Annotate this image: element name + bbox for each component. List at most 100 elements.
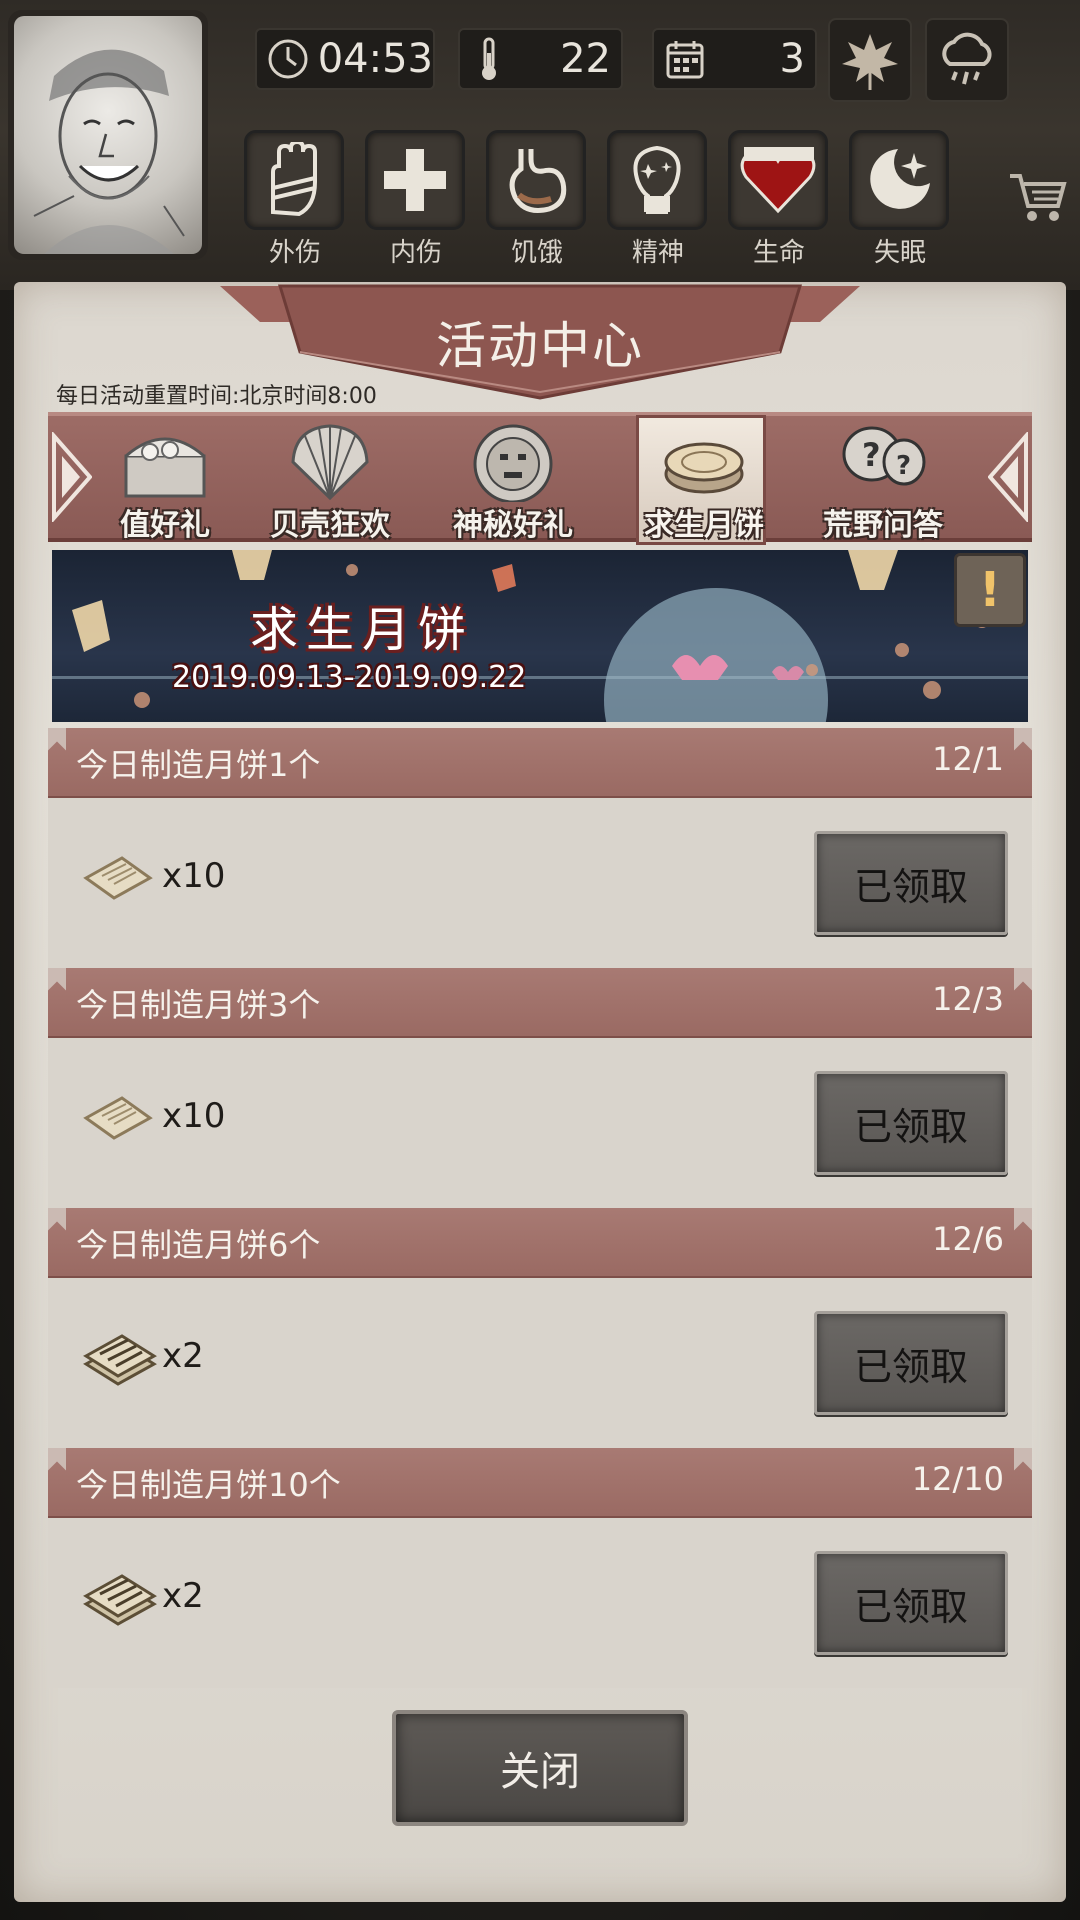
task-reward-row: x10 已领取 xyxy=(48,1038,1032,1208)
status-insomnia[interactable]: 失眠 xyxy=(849,130,951,269)
tab-label: 求生月饼 xyxy=(644,508,764,543)
chevron-right-icon xyxy=(987,430,1028,524)
status-health[interactable]: 生命 xyxy=(728,130,830,269)
event-dates: 2019.09.13-2019.09.22 xyxy=(172,660,527,695)
tab-survival-mooncake[interactable]: 求生月饼 xyxy=(636,415,766,545)
reward-quantity: x10 xyxy=(162,1096,226,1136)
paper-bundle-icon xyxy=(83,1574,157,1626)
status-label: 精神 xyxy=(631,238,684,268)
task-item: 今日制造月饼10个 12/10 x2 已领取 xyxy=(48,1448,1032,1688)
season-indicator[interactable] xyxy=(828,18,912,102)
task-label: 今日制造月饼10个 xyxy=(76,1466,341,1504)
event-info-button[interactable]: ! xyxy=(954,553,1026,627)
status-label: 外伤 xyxy=(268,238,321,268)
claimed-button[interactable]: 已领取 xyxy=(814,831,1008,935)
task-header: 今日制造月饼6个 12/6 xyxy=(48,1208,1032,1278)
hand-bandage-icon xyxy=(244,130,344,230)
temperature-value: 22 xyxy=(560,36,611,82)
task-item: 今日制造月饼6个 12/6 x2 已领取 xyxy=(48,1208,1032,1448)
question-bubbles-icon: ? ? xyxy=(842,426,926,486)
time-value: 04:53 xyxy=(317,36,433,82)
tab-scroll-right-button[interactable] xyxy=(987,430,1030,526)
clock-display: 04:53 xyxy=(255,28,435,90)
moon-lantern-art xyxy=(52,550,1028,722)
event-title: 求生月饼 xyxy=(250,602,475,658)
claimed-button[interactable]: 已领取 xyxy=(814,1551,1008,1655)
svg-text:?: ? xyxy=(896,451,911,481)
paper-note-icon xyxy=(83,856,153,900)
portrait-sketch xyxy=(14,16,202,254)
tab-value-gift[interactable]: 值好礼 xyxy=(100,418,230,543)
rain-cloud-icon xyxy=(942,32,992,85)
calendar-icon xyxy=(660,34,710,84)
status-mind[interactable]: 精神 xyxy=(607,130,709,269)
cross-icon xyxy=(365,130,465,230)
task-header: 今日制造月饼3个 12/3 xyxy=(48,968,1032,1038)
task-label: 今日制造月饼6个 xyxy=(76,1226,321,1264)
status-external-injury[interactable]: 外伤 xyxy=(244,130,346,269)
paper-note-icon xyxy=(83,1096,153,1140)
task-header: 今日制造月饼1个 12/1 xyxy=(48,728,1032,798)
task-progress: 12/10 xyxy=(911,1460,1004,1498)
tab-scroll-left-button[interactable] xyxy=(50,430,93,526)
task-progress: 12/1 xyxy=(932,740,1004,778)
task-item: 今日制造月饼3个 12/3 x10 已领取 xyxy=(48,968,1032,1208)
reward-quantity: x2 xyxy=(162,1336,204,1376)
task-label: 今日制造月饼3个 xyxy=(76,986,321,1024)
seashell-icon xyxy=(291,424,369,501)
tab-label: 贝壳狂欢 xyxy=(270,508,390,543)
task-reward-row: x10 已领取 xyxy=(48,798,1032,968)
tab-wilderness-quiz[interactable]: ? ? 荒野问答 xyxy=(818,418,948,543)
task-progress: 12/3 xyxy=(932,980,1004,1018)
day-display: 3 xyxy=(652,28,817,90)
status-label: 失眠 xyxy=(873,238,926,268)
tribal-mask-icon xyxy=(473,424,553,502)
tab-shell-carnival[interactable]: 贝壳狂欢 xyxy=(265,418,395,543)
moon-star-icon xyxy=(849,130,949,230)
chevron-left-icon xyxy=(52,430,93,524)
shop-cart-button[interactable] xyxy=(1008,170,1068,230)
reset-time-note: 每日活动重置时间:北京时间8:00 xyxy=(56,384,377,409)
close-button[interactable]: 关闭 xyxy=(392,1710,688,1826)
paper-bundle-icon xyxy=(83,1334,157,1386)
day-value: 3 xyxy=(779,36,805,82)
status-label: 内伤 xyxy=(389,238,442,268)
event-banner: 求生月饼 2019.09.13-2019.09.22 xyxy=(52,550,1028,722)
exclamation-icon: ! xyxy=(979,562,1001,618)
page-title: 活动中心 xyxy=(436,317,644,375)
face-sketch-icon xyxy=(33,49,185,254)
claimed-button[interactable]: 已领取 xyxy=(814,1311,1008,1415)
task-reward-row: x2 已领取 xyxy=(48,1518,1032,1688)
mooncake-icon xyxy=(664,442,744,494)
task-item: 今日制造月饼1个 12/1 x10 已领取 xyxy=(48,728,1032,968)
status-hunger[interactable]: 饥饿 xyxy=(486,130,588,269)
tab-label: 值好礼 xyxy=(120,508,210,543)
cart-icon xyxy=(1010,174,1067,221)
svg-text:?: ? xyxy=(862,436,881,474)
task-progress: 12/6 xyxy=(932,1220,1004,1258)
task-reward-row: x2 已领取 xyxy=(48,1278,1032,1448)
claimed-button[interactable]: 已领取 xyxy=(814,1071,1008,1175)
mind-icon xyxy=(607,130,707,230)
task-header: 今日制造月饼10个 12/10 xyxy=(48,1448,1032,1518)
clock-icon xyxy=(265,34,312,84)
heart-icon xyxy=(728,130,828,230)
leaf-icon xyxy=(842,34,898,90)
treasure-chest-icon xyxy=(124,437,206,498)
character-portrait[interactable] xyxy=(8,10,208,260)
status-label: 饥饿 xyxy=(510,238,563,268)
status-internal-injury[interactable]: 内伤 xyxy=(365,130,467,269)
temperature-display: 22 xyxy=(458,28,623,90)
status-hud: 04:53 22 3 外伤 内伤 饥饿 精神 生命 失眠 xyxy=(0,0,1080,290)
task-label: 今日制造月饼1个 xyxy=(76,746,321,784)
reward-quantity: x2 xyxy=(162,1576,204,1616)
game-screen: 04:53 22 3 外伤 内伤 饥饿 精神 生命 失眠 活动中心 每日活动重置… xyxy=(0,0,1080,1920)
stomach-icon xyxy=(486,130,586,230)
tab-mystery-gift[interactable]: 神秘好礼 xyxy=(448,418,578,543)
weather-indicator[interactable] xyxy=(925,18,1009,102)
tab-label: 神秘好礼 xyxy=(453,508,573,543)
status-label: 生命 xyxy=(752,238,805,268)
thermometer-icon xyxy=(464,34,514,84)
reward-quantity: x10 xyxy=(162,856,226,896)
tab-label: 荒野问答 xyxy=(823,508,943,543)
